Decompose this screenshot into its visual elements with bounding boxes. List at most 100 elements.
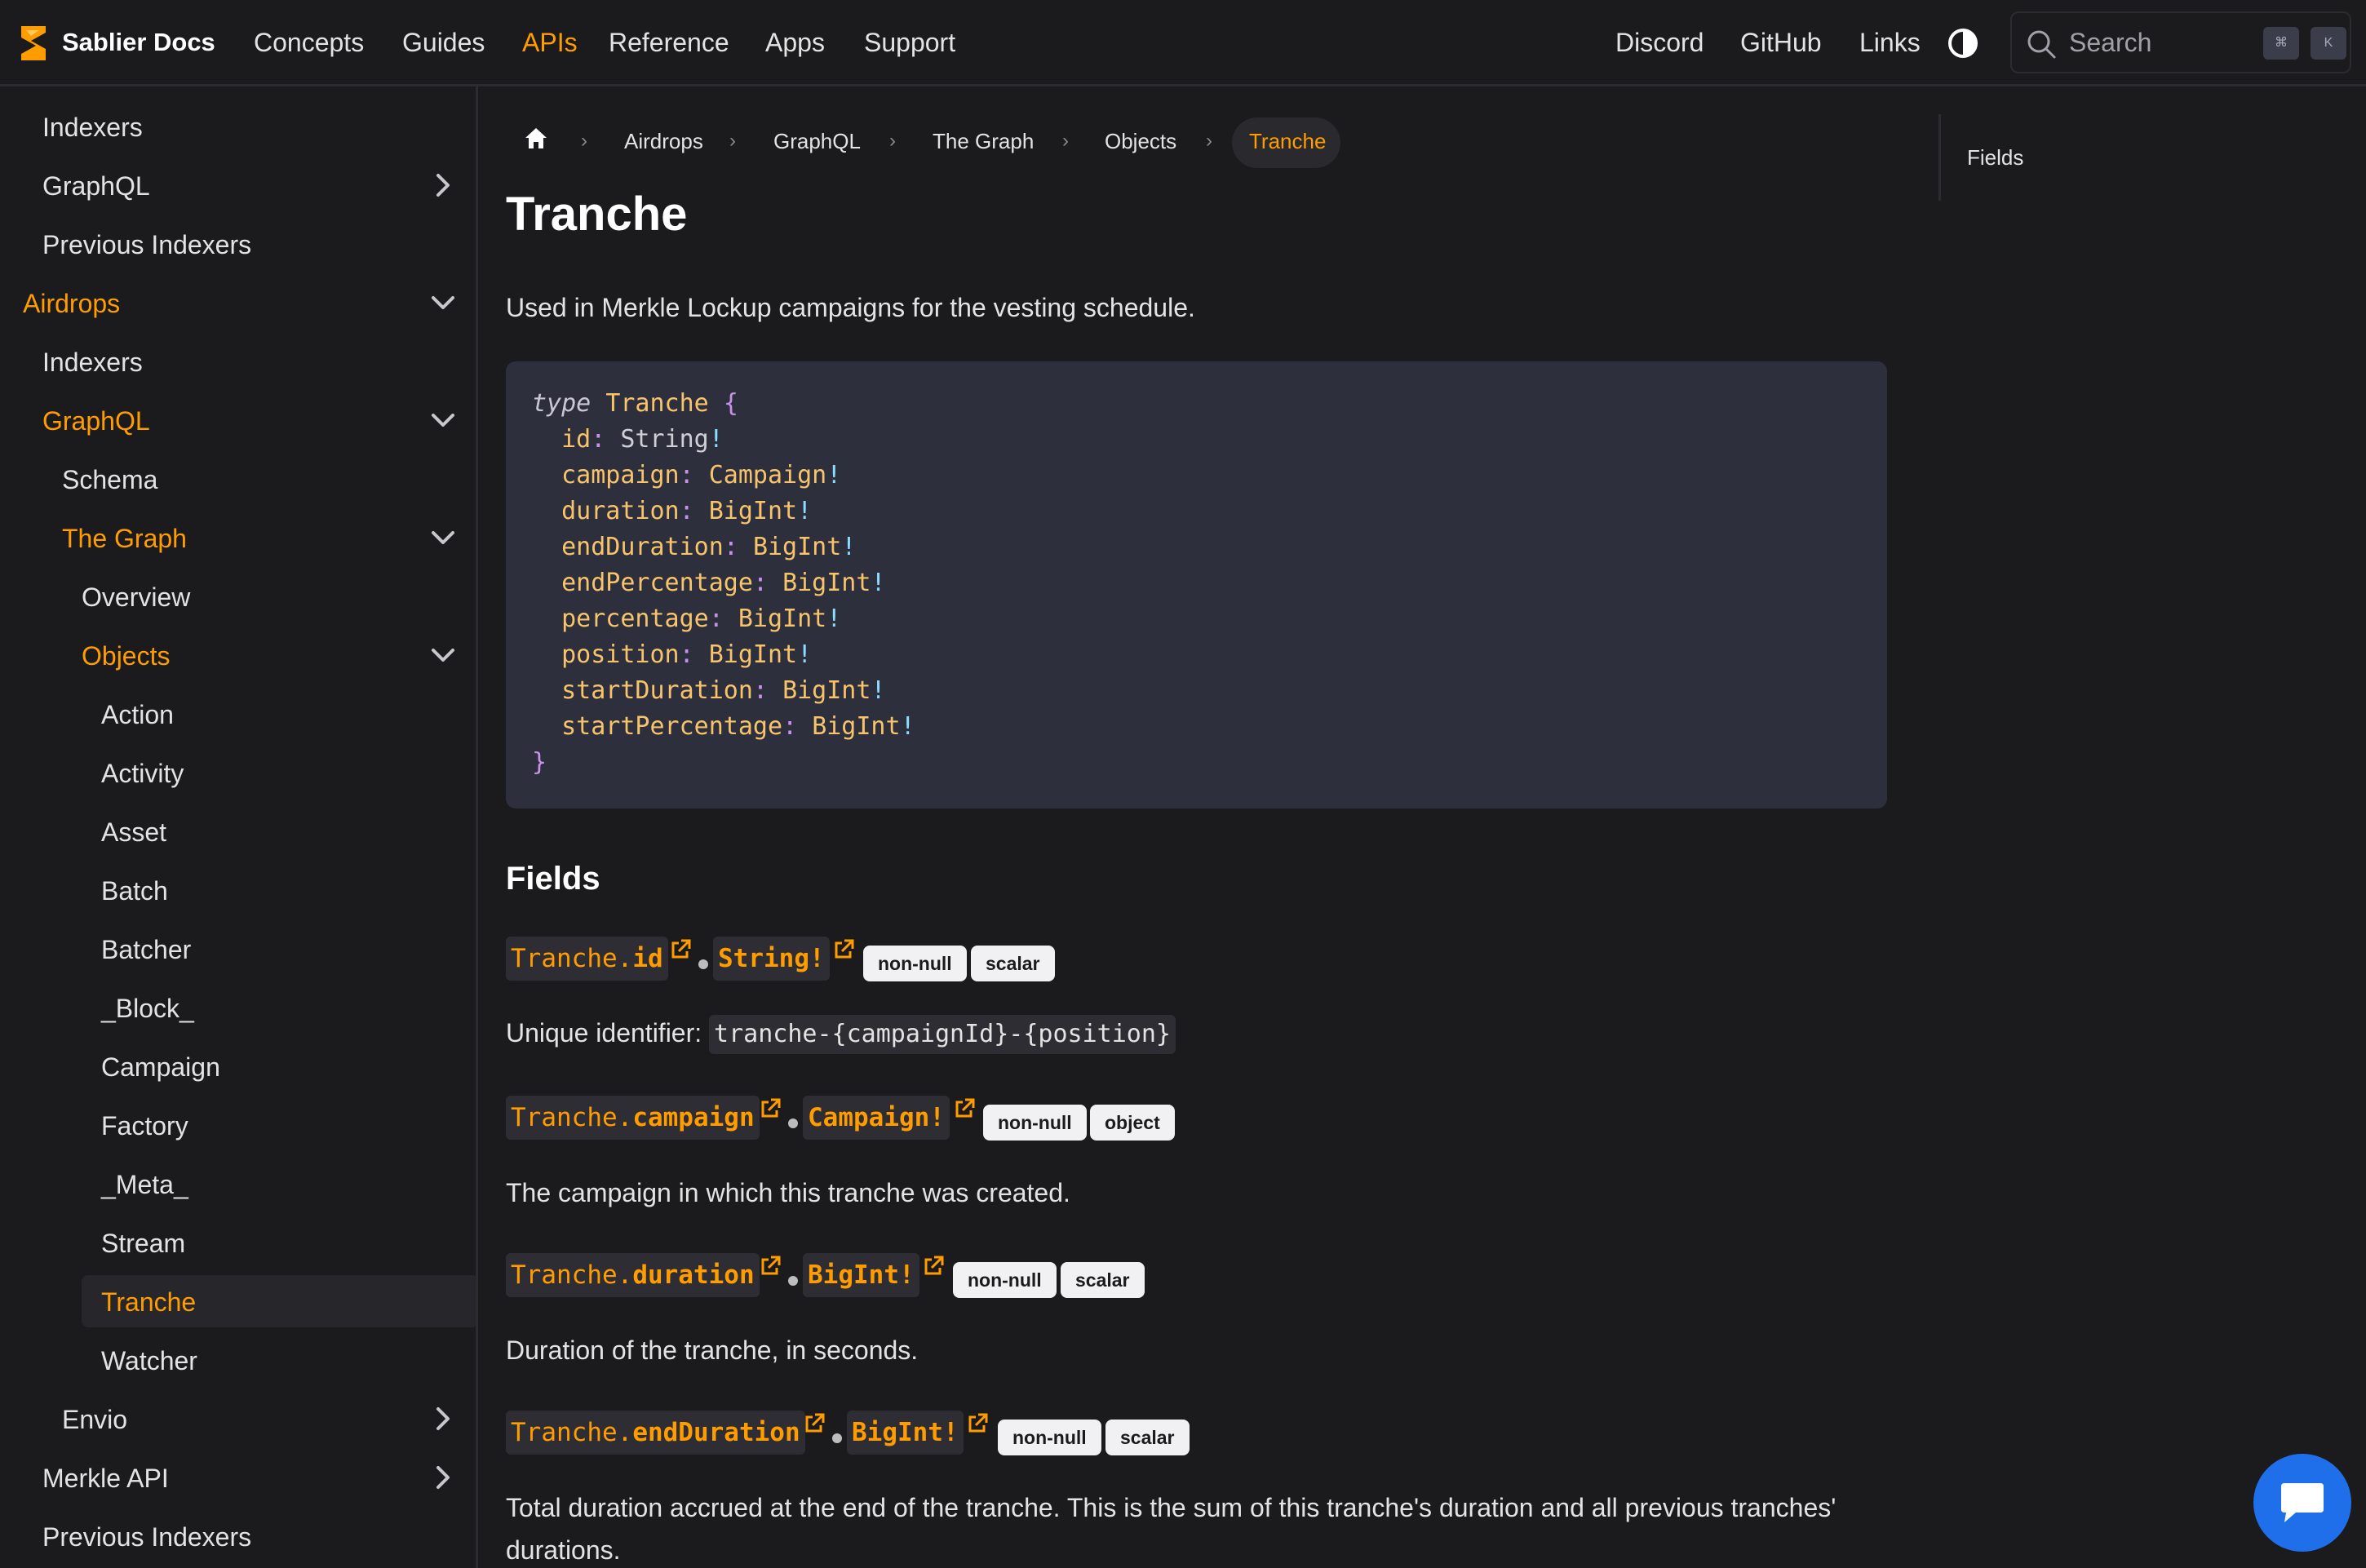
field-name-link[interactable]: Tranche.duration <box>506 1253 760 1297</box>
nav-github[interactable]: GitHub <box>1740 24 1822 60</box>
code-line: startDuration: BigInt! <box>561 676 886 705</box>
chevron-right-icon[interactable] <box>429 1464 457 1491</box>
field-type-link[interactable]: String! <box>713 937 830 981</box>
nav-discord[interactable]: Discord <box>1615 24 1704 60</box>
external-link-icon[interactable] <box>966 1412 989 1435</box>
badge-non-null: non-null <box>998 1420 1101 1455</box>
code-line: campaign: Campaign! <box>561 461 842 489</box>
sidebar-item-previous-indexers[interactable]: Previous Indexers <box>42 227 251 263</box>
sidebar-item-overview[interactable]: Overview <box>82 579 190 615</box>
sidebar-item-batcher[interactable]: Batcher <box>101 932 191 968</box>
sidebar-item-activity[interactable]: Activity <box>101 755 184 791</box>
sidebar-item-factory[interactable]: Factory <box>101 1108 188 1144</box>
code-block: type Tranche { id: String! campaign: Cam… <box>506 361 1887 808</box>
nav-concepts[interactable]: Concepts <box>254 24 364 60</box>
code-line: endDuration: BigInt! <box>561 533 857 561</box>
badge-scalar: scalar <box>1105 1420 1190 1455</box>
sidebar-item-the-graph[interactable]: The Graph <box>62 520 187 556</box>
code-line: endPercentage: BigInt! <box>561 569 886 597</box>
code-line: id: String! <box>561 425 724 454</box>
field-type-link[interactable]: BigInt! <box>847 1411 964 1455</box>
chevron-right-icon[interactable] <box>429 171 457 199</box>
nav-apps[interactable]: Apps <box>765 24 825 60</box>
table-of-contents: Fields <box>1938 114 2365 201</box>
sidebar-item-graphql[interactable]: GraphQL <box>42 168 150 204</box>
external-link-icon[interactable] <box>832 938 855 961</box>
chevron-down-icon[interactable] <box>429 289 457 317</box>
sidebar-item-watcher[interactable]: Watcher <box>101 1343 197 1379</box>
nav-support[interactable]: Support <box>864 24 955 60</box>
chevron-down-icon[interactable] <box>429 406 457 434</box>
sidebar-item-objects[interactable]: Objects <box>82 638 170 674</box>
brand-title[interactable]: Sablier Docs <box>62 24 215 60</box>
field-name-link[interactable]: Tranche.campaign <box>506 1096 760 1140</box>
chat-support-button[interactable] <box>2253 1454 2351 1552</box>
chat-bubble-icon <box>2281 1483 2324 1522</box>
badge-object: object <box>1090 1105 1175 1141</box>
separator-dot <box>832 1433 842 1443</box>
external-link-icon[interactable] <box>759 1097 782 1120</box>
sidebar-item-asset[interactable]: Asset <box>101 814 166 850</box>
sidebar-item-stream[interactable]: Stream <box>101 1225 185 1261</box>
sidebar-item-meta[interactable]: _Meta_ <box>101 1167 188 1203</box>
code-line-footer: } <box>532 748 547 777</box>
field-description: Unique identifier: tranche-{campaignId}-… <box>506 1015 1176 1054</box>
home-icon[interactable] <box>524 126 548 152</box>
external-link-icon[interactable] <box>953 1097 976 1120</box>
sidebar-item-schema[interactable]: Schema <box>62 462 157 498</box>
sidebar-item-indexers[interactable]: Indexers <box>42 109 143 145</box>
field-description-line-1: Total duration accrued at the end of the… <box>506 1493 1837 1522</box>
separator-dot <box>788 1276 798 1286</box>
chevron-right-icon[interactable] <box>429 1405 457 1433</box>
separator-dot <box>698 959 708 969</box>
breadcrumb-airdrops[interactable]: Airdrops <box>624 126 703 156</box>
toc-item-fields[interactable]: Fields <box>1967 144 2023 171</box>
chevron-down-icon[interactable] <box>429 641 457 669</box>
code-line: duration: BigInt! <box>561 497 813 525</box>
nav-guides[interactable]: Guides <box>402 24 485 60</box>
sidebar-item-envio[interactable]: Envio <box>62 1402 127 1437</box>
theme-toggle-icon[interactable] <box>1947 27 1979 60</box>
badge-scalar: scalar <box>1061 1262 1145 1298</box>
breadcrumb-graphql[interactable]: GraphQL <box>773 126 861 156</box>
fields-heading: Fields <box>506 861 600 897</box>
sidebar-item-action[interactable]: Action <box>101 697 174 733</box>
badge-scalar: scalar <box>971 946 1055 981</box>
external-link-icon[interactable] <box>669 938 692 961</box>
field-type-link[interactable]: BigInt! <box>803 1253 919 1297</box>
sidebar-item-block[interactable]: _Block_ <box>101 990 194 1026</box>
sidebar-item-previous-indexers-2[interactable]: Previous Indexers <box>42 1519 251 1555</box>
sidebar-item-airdrops-indexers[interactable]: Indexers <box>42 344 143 380</box>
code-line: percentage: BigInt! <box>561 605 842 633</box>
sidebar-item-tranche[interactable]: Tranche <box>101 1284 196 1320</box>
search-placeholder: Search <box>2069 28 2152 57</box>
external-link-icon[interactable] <box>803 1412 826 1435</box>
sidebar-item-airdrops[interactable]: Airdrops <box>23 286 120 321</box>
badge-non-null: non-null <box>953 1262 1057 1298</box>
field-description: Duration of the tranche, in seconds. <box>506 1335 919 1365</box>
nav-reference[interactable]: Reference <box>609 24 729 60</box>
field-type-link[interactable]: Campaign! <box>803 1096 950 1140</box>
sidebar-item-merkle-api[interactable]: Merkle API <box>42 1460 169 1496</box>
field-name-link[interactable]: Tranche.endDuration <box>506 1411 805 1455</box>
breadcrumb-objects[interactable]: Objects <box>1105 126 1176 156</box>
external-link-icon[interactable] <box>922 1255 945 1278</box>
field-description-line-2: durations. <box>506 1535 621 1565</box>
breadcrumb-separator-icon: › <box>729 130 736 152</box>
chevron-down-icon[interactable] <box>429 524 457 551</box>
search-button[interactable]: Search ⌘ K <box>2010 11 2351 73</box>
nav-links[interactable]: Links <box>1859 24 1921 60</box>
breadcrumb-tranche: Tranche <box>1249 129 1327 153</box>
sablier-logo-icon[interactable] <box>15 23 51 64</box>
sidebar-item-airdrops-graphql[interactable]: GraphQL <box>42 403 150 439</box>
field-name-link[interactable]: Tranche.id <box>506 937 668 981</box>
breadcrumb-separator-icon: › <box>1206 130 1212 152</box>
page-description: Used in Merkle Lockup campaigns for the … <box>506 293 1195 322</box>
breadcrumb-separator-icon: › <box>1062 130 1069 152</box>
external-link-icon[interactable] <box>759 1255 782 1278</box>
badge-non-null: non-null <box>863 946 967 981</box>
sidebar-item-campaign[interactable]: Campaign <box>101 1049 220 1085</box>
sidebar-item-batch[interactable]: Batch <box>101 873 168 909</box>
nav-apis[interactable]: APIs <box>522 24 578 60</box>
breadcrumb-the-graph[interactable]: The Graph <box>933 126 1034 156</box>
